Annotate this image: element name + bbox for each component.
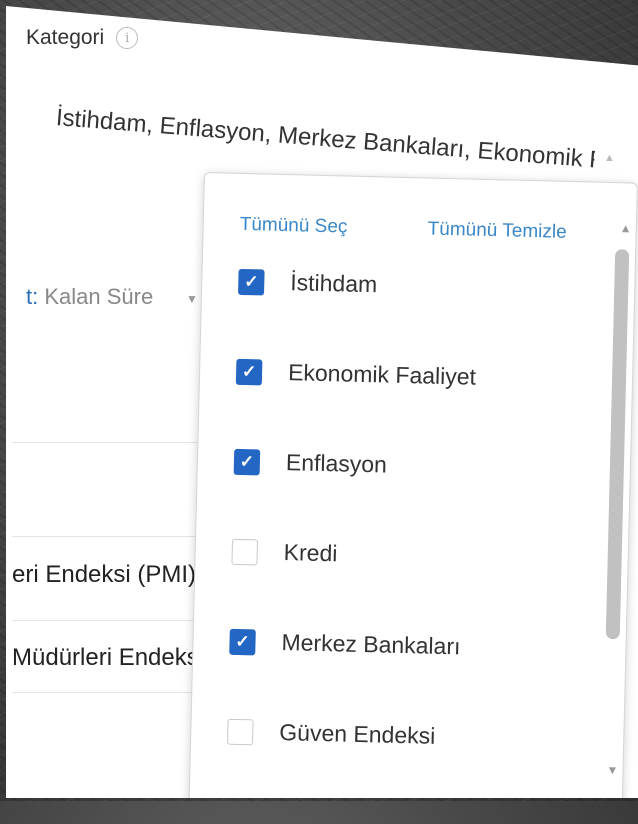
option-label: Güven Endeksi: [279, 719, 436, 749]
category-select-value[interactable]: İstihdam, Enflasyon, Merkez Bankaları, E…: [55, 104, 595, 174]
option-label: İstihdam: [290, 269, 378, 298]
clear-all-button[interactable]: Tümünü Temizle: [427, 218, 567, 243]
checkbox[interactable]: [231, 538, 259, 565]
select-all-button[interactable]: Tümünü Seç: [239, 214, 347, 239]
category-dropdown: Tümünü Seç Tümünü Temizle ▲ ▼ ✓ İstihdam…: [188, 172, 638, 798]
checkbox[interactable]: ✓: [235, 358, 263, 385]
scroll-up-icon[interactable]: ▲: [620, 221, 632, 235]
scrollbar-thumb[interactable]: [605, 249, 630, 640]
option-enflasyon[interactable]: ✓ Enflasyon: [233, 448, 388, 479]
checkbox[interactable]: ✓: [229, 628, 256, 655]
checkbox[interactable]: ✓: [233, 448, 261, 475]
divider: [12, 536, 212, 537]
option-label: Enflasyon: [285, 449, 388, 478]
option-merkez-bankalari[interactable]: ✓ Merkez Bankaları: [229, 628, 461, 661]
option-label: Ekonomik Faaliyet: [287, 359, 477, 390]
sort-prefix: t:: [26, 284, 39, 309]
chevron-up-icon[interactable]: ▲: [604, 152, 615, 164]
chevron-down-icon[interactable]: ▼: [186, 292, 198, 306]
scroll-down-icon[interactable]: ▼: [606, 763, 618, 777]
option-guven-endeksi[interactable]: Güven Endeksi: [227, 718, 436, 750]
divider: [12, 692, 212, 693]
option-label: Merkez Bankaları: [281, 629, 461, 660]
checkbox[interactable]: ✓: [238, 268, 265, 296]
table-row[interactable]: Müdürleri Endeksi: [12, 644, 204, 672]
sort-value: Kalan Süre: [44, 284, 154, 309]
sort-selector[interactable]: t: Kalan Süre: [26, 284, 153, 310]
category-label: Kategori: [26, 26, 105, 49]
category-header: Kategori i: [26, 26, 139, 50]
option-ekonomik-faaliyet[interactable]: ✓ Ekonomik Faaliyet: [235, 358, 477, 391]
divider: [12, 620, 212, 621]
option-label: Kredi: [283, 539, 338, 567]
option-istihdam[interactable]: ✓ İstihdam: [238, 268, 378, 298]
checkbox[interactable]: [227, 718, 254, 745]
divider: [12, 442, 212, 443]
filter-panel: Kategori i İstihdam, Enflasyon, Merkez B…: [6, 6, 638, 798]
option-kredi[interactable]: Kredi: [231, 538, 338, 568]
table-row[interactable]: eri Endeksi (PMI): [12, 561, 196, 589]
info-icon[interactable]: i: [116, 27, 139, 49]
